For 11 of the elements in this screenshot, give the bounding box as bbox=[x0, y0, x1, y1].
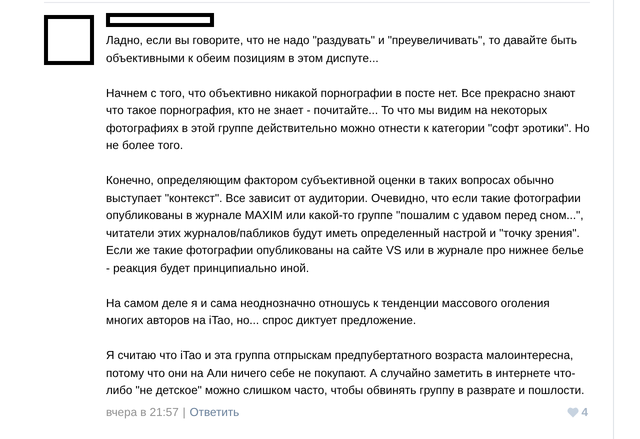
avatar-placeholder bbox=[44, 15, 94, 65]
comment-paragraph: На самом деле я и сама неоднозначно отношусь к тенденции массового оголения многих авторов на iTao, но... спрос диктует предложение. bbox=[106, 296, 551, 329]
comment-paragraph: Конечно, определяющим фактором субъективной оценки в таких вопросах обычно выступает "контекст". Все зависит от аудитории. Очевидно, что если такие фотографии опубликованы в журнале MAXIM или какой-то группе "пошалим с удавом перед сном...", читатели этих журналов/пабликов будут иметь определенный настрой и "точку зрения". Если же такие фотографии опубликованы на сайте VS или в журнале про нижнее белье - реакция будет принципиально иной. bbox=[106, 173, 585, 276]
like-button[interactable]: 4 bbox=[566, 404, 588, 421]
separator: | bbox=[182, 405, 186, 421]
comment-paragraph: Начнем с того, что объективно никакой порнографии в посте нет. Все прекрасно знают что такое порнография, кто не знает - почитайте... То что мы видим на некоторых фотографиях в этой группе действительно можно отнести к категории "софт эротики". Но не более того. bbox=[106, 86, 590, 154]
comment-paragraph: Я считаю что iTao и эта группа отпрыскам предпубертатного возраста малоинтересна, потому что они на Али ничего себе не покупают. А случайно заметить в интернете что-либо "не детское" можно слишком часто, чтобы обвинять группу в разврате и пошлости. bbox=[106, 348, 586, 399]
heart-icon bbox=[566, 407, 579, 418]
reply-link[interactable]: Ответить bbox=[190, 404, 240, 421]
comment-date: вчера в 21:57 bbox=[106, 405, 179, 421]
comment-paragraph: Ладно, если вы говорите, что не надо "раздувать" и "преувеличивать", то давайте быть объективными к обеим позициям в этом диспуте... bbox=[106, 33, 578, 66]
